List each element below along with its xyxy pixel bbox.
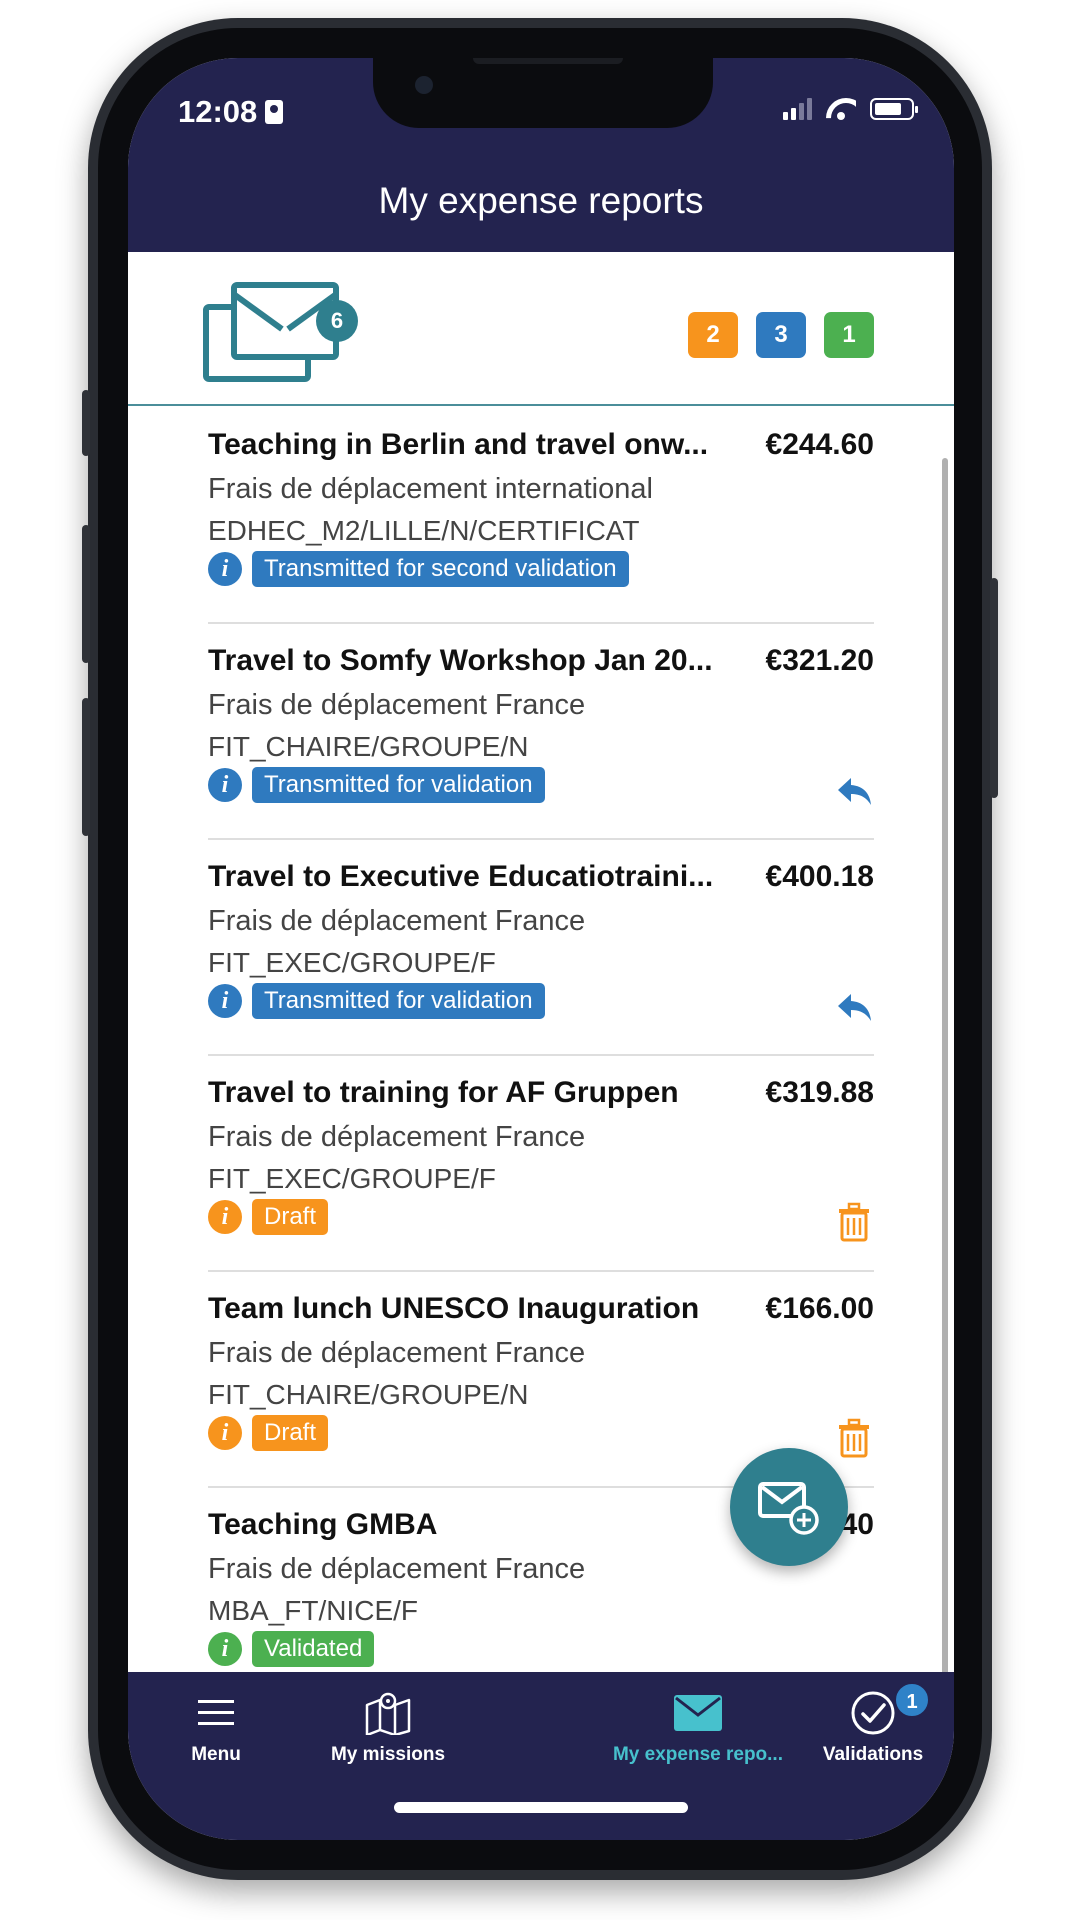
report-status: i Transmitted for validation — [208, 767, 545, 803]
cellular-signal-icon — [783, 98, 812, 120]
report-title: Travel to Somfy Workshop Jan 20... — [208, 644, 713, 677]
mail-stack-icon[interactable]: 6 — [203, 282, 358, 382]
report-code: EDHEC_M2/LILLE/N/CERTIFICAT — [208, 515, 640, 546]
report-type: Frais de déplacement international — [208, 473, 653, 505]
report-status: i Validated — [208, 1631, 375, 1667]
tab-validations[interactable]: 1 Validations — [808, 1682, 938, 1766]
reply-icon[interactable] — [834, 986, 874, 1026]
report-amount: €400.18 — [765, 860, 874, 893]
trash-icon[interactable] — [834, 1202, 874, 1242]
count-badge-draft[interactable]: 2 — [688, 312, 738, 358]
new-mail-icon — [758, 1482, 819, 1535]
time-text: 12:08 — [178, 94, 258, 129]
report-amount: €319.88 — [765, 1076, 874, 1109]
report-type: Frais de déplacement France — [208, 1553, 586, 1585]
report-title: Team lunch UNESCO Inauguration — [208, 1292, 700, 1325]
report-type: Frais de déplacement France — [208, 1121, 586, 1153]
info-icon[interactable]: i — [208, 768, 242, 802]
report-amount: €244.60 — [765, 428, 874, 461]
report-type: Frais de déplacement France — [208, 1337, 586, 1369]
status-badge: Transmitted for second validation — [252, 551, 629, 587]
report-title: Travel to Executive Educatiotraini... — [208, 860, 714, 893]
check-icon: 1 — [808, 1682, 938, 1736]
expense-report-row[interactable]: Travel to training for AF Gruppen €319.88… — [208, 1056, 874, 1272]
volume-down-button — [82, 698, 90, 836]
report-code: FIT_EXEC/GROUPE/F — [208, 1163, 496, 1194]
camera — [415, 76, 433, 94]
report-type: Frais de déplacement France — [208, 689, 586, 721]
tab-menu-label: Menu — [191, 1744, 241, 1765]
status-badge: Draft — [252, 1415, 329, 1451]
expense-report-row[interactable]: Travel to Somfy Workshop Jan 20... €321.2… — [208, 624, 874, 840]
contact-card-icon — [265, 100, 284, 124]
report-type: Frais de déplacement France — [208, 905, 586, 937]
status-badge: Draft — [252, 1199, 329, 1235]
trash-icon[interactable] — [834, 1418, 874, 1458]
expense-report-row[interactable]: Teaching in Berlin and travel onw... €244… — [208, 408, 874, 624]
status-counts: 2 3 1 — [688, 312, 874, 358]
status-badge: Transmitted for validation — [252, 983, 545, 1019]
report-status: i Transmitted for validation — [208, 983, 545, 1019]
phone-screen: 12:08 My expense reports 6 2 3 1 Teachin… — [128, 58, 954, 1840]
report-status: i Draft — [208, 1199, 329, 1235]
scrollbar[interactable] — [942, 458, 948, 1732]
page-title: My expense reports — [378, 180, 704, 221]
report-status: i Transmitted for second validation — [208, 551, 629, 587]
status-bar-time: 12:08 — [178, 94, 284, 130]
silent-switch — [82, 390, 90, 456]
info-icon[interactable]: i — [208, 1200, 242, 1234]
report-title: Teaching in Berlin and travel onw... — [208, 428, 709, 461]
power-button — [990, 578, 998, 798]
mail-count-badge: 6 — [316, 300, 358, 342]
status-icons — [783, 98, 918, 120]
volume-up-button — [82, 525, 90, 663]
expense-report-row[interactable]: Travel to Executive Educatiotraini... €40… — [208, 840, 874, 1056]
summary-bar: 6 2 3 1 — [128, 252, 954, 406]
report-code: FIT_EXEC/GROUPE/F — [208, 947, 496, 978]
count-badge-validated[interactable]: 1 — [824, 312, 874, 358]
info-icon[interactable]: i — [208, 1416, 242, 1450]
validations-count-badge: 1 — [894, 1682, 930, 1718]
report-code: FIT_CHAIRE/GROUPE/N — [208, 731, 529, 762]
report-title: Travel to training for AF Gruppen — [208, 1076, 679, 1109]
tab-my-missions[interactable]: My missions — [298, 1690, 478, 1766]
mail-icon — [598, 1690, 798, 1736]
report-amount: €321.20 — [765, 644, 874, 677]
reply-icon[interactable] — [834, 770, 874, 810]
status-badge: Transmitted for validation — [252, 767, 545, 803]
report-status: i Draft — [208, 1415, 329, 1451]
speaker — [473, 58, 623, 64]
wifi-icon — [826, 98, 856, 120]
tab-my-expense-reports[interactable]: My expense repo... — [598, 1690, 798, 1766]
menu-icon — [156, 1690, 276, 1736]
count-badge-transmitted[interactable]: 3 — [756, 312, 806, 358]
bottom-tab-bar: Menu My missions My expense repo... 1 Va… — [128, 1672, 954, 1840]
tab-my-missions-label: My missions — [330, 1744, 446, 1765]
info-icon[interactable]: i — [208, 984, 242, 1018]
new-expense-report-button[interactable] — [730, 1448, 848, 1566]
notch — [373, 58, 713, 128]
info-icon[interactable]: i — [208, 552, 242, 586]
info-icon[interactable]: i — [208, 1632, 242, 1666]
report-code: FIT_CHAIRE/GROUPE/N — [208, 1379, 529, 1410]
tab-menu[interactable]: Menu — [156, 1690, 276, 1766]
report-amount: €166.00 — [765, 1292, 874, 1325]
status-badge: Validated — [252, 1631, 375, 1667]
battery-icon — [870, 98, 918, 120]
map-icon — [298, 1690, 478, 1736]
report-title: Teaching GMBA — [208, 1508, 438, 1541]
report-code: MBA_FT/NICE/F — [208, 1595, 419, 1626]
tab-validations-label: Validations — [822, 1744, 924, 1765]
home-indicator[interactable] — [394, 1802, 688, 1813]
tab-my-expense-reports-label: My expense repo... — [612, 1744, 783, 1765]
